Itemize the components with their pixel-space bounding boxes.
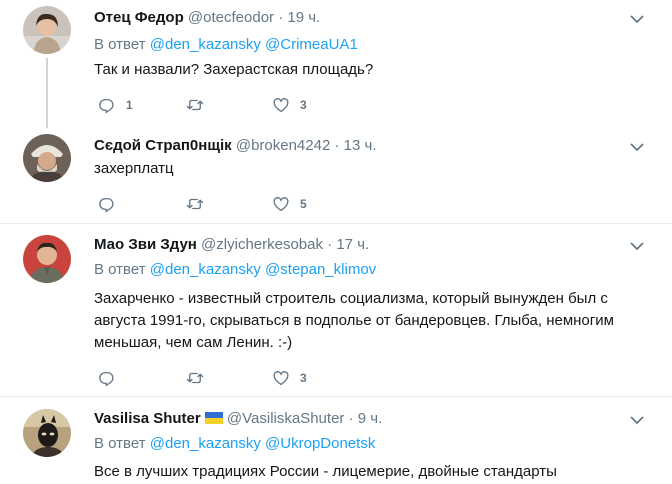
retweet-button[interactable]	[186, 194, 214, 214]
reply-count: 1	[126, 98, 133, 112]
chevron-down-icon[interactable]	[630, 14, 644, 24]
tweet-actions: 3	[94, 368, 394, 388]
author-handle[interactable]: @zlyicherkesobak	[201, 236, 323, 253]
like-icon	[273, 197, 289, 212]
reply-context: В ответ @den_kazansky @CrimeaUA1	[94, 35, 358, 55]
tweet-broken4242[interactable]: Сєдой Страп0нщік @broken4242 · 13 ч. зах…	[0, 128, 672, 222]
separator-dot: ·	[327, 236, 333, 253]
reply-icon	[99, 198, 114, 213]
mention-link[interactable]: @stepan_klimov	[265, 261, 376, 278]
retweet-icon	[186, 372, 204, 384]
like-count: 5	[300, 197, 307, 211]
retweet-icon	[186, 198, 204, 210]
like-button[interactable]: 5	[272, 194, 307, 214]
tweet-header: Vasilisa Shuter @VasiliskaShuter · 9 ч.	[94, 409, 382, 429]
author-handle[interactable]: @otecfeodor	[188, 9, 274, 26]
timestamp[interactable]: 13 ч.	[344, 137, 377, 154]
retweet-icon	[186, 99, 204, 111]
tweet-text: Так и назвали? Захерастская площадь?	[94, 61, 374, 78]
author-name[interactable]: Мао Зви Здун	[94, 236, 197, 253]
chevron-down-icon[interactable]	[630, 415, 644, 425]
mention-link[interactable]: @den_kazansky	[150, 435, 261, 452]
avatar[interactable]	[23, 134, 71, 182]
avatar-image	[23, 6, 71, 54]
reply-context: В ответ @den_kazansky @UkropDonetsk	[94, 434, 375, 454]
avatar-image	[23, 134, 71, 182]
tweet-zlyicherkesobak[interactable]: Мао Зви Здун @zlyicherkesobak · 17 ч. В …	[0, 224, 672, 395]
tweet-otecfeodor[interactable]: Отец Федор @otecfeodor · 19 ч. В ответ @…	[0, 0, 672, 137]
like-count: 3	[300, 98, 307, 112]
mention-link[interactable]: @CrimeaUA1	[265, 36, 358, 53]
author-name[interactable]: Vasilisa Shuter	[94, 410, 201, 427]
tweet-actions: 5	[94, 194, 394, 214]
mention-link[interactable]: @UkropDonetsk	[265, 435, 375, 452]
timestamp[interactable]: 9 ч.	[358, 410, 383, 427]
chevron-down-icon[interactable]	[630, 142, 644, 152]
thread-line	[46, 58, 48, 128]
author-name[interactable]: Отец Федор	[94, 9, 184, 26]
avatar[interactable]	[23, 409, 71, 457]
tweet-text: захерплатц	[94, 160, 174, 177]
separator-dot: ·	[334, 137, 340, 154]
tweet-header: Сєдой Страп0нщік @broken4242 · 13 ч.	[94, 136, 377, 156]
like-button[interactable]: 3	[272, 368, 307, 388]
mention-link[interactable]: @den_kazansky	[150, 36, 261, 53]
reply-icon	[99, 99, 114, 114]
timestamp[interactable]: 17 ч.	[336, 236, 369, 253]
tweet-header: Отец Федор @otecfeodor · 19 ч.	[94, 8, 320, 28]
avatar[interactable]	[23, 235, 71, 283]
reply-prefix: В ответ	[94, 36, 146, 53]
avatar[interactable]	[23, 6, 71, 54]
avatar-image	[23, 235, 71, 283]
like-icon	[273, 371, 289, 386]
tweet-vasiliskashuter[interactable]: Vasilisa Shuter @VasiliskaShuter · 9 ч. …	[0, 397, 672, 484]
separator-dot: ·	[348, 410, 354, 427]
tweet-text: Захарченко - известный строитель социали…	[94, 290, 614, 351]
ukraine-flag-icon	[204, 412, 223, 424]
reply-icon	[99, 372, 114, 387]
tweet-text: Все в лучших традициях России - лицемери…	[94, 463, 557, 480]
like-count: 3	[300, 371, 307, 385]
retweet-button[interactable]	[186, 368, 214, 388]
reply-button[interactable]	[98, 194, 126, 214]
like-icon	[273, 98, 289, 113]
reply-context: В ответ @den_kazansky @stepan_klimov	[94, 260, 376, 280]
tweet-actions: 1 3	[94, 95, 394, 115]
retweet-button[interactable]	[186, 95, 214, 115]
author-name[interactable]: Сєдой Страп0нщік	[94, 137, 232, 154]
reply-button[interactable]	[98, 368, 126, 388]
chevron-down-icon[interactable]	[630, 241, 644, 251]
avatar-image	[23, 409, 71, 457]
author-handle[interactable]: @VasiliskaShuter	[227, 410, 345, 427]
author-handle[interactable]: @broken4242	[236, 137, 330, 154]
separator-dot: ·	[278, 9, 284, 26]
mention-link[interactable]: @den_kazansky	[150, 261, 261, 278]
reply-prefix: В ответ	[94, 261, 146, 278]
reply-prefix: В ответ	[94, 435, 146, 452]
tweet-header: Мао Зви Здун @zlyicherkesobak · 17 ч.	[94, 235, 369, 255]
reply-button[interactable]: 1	[98, 95, 133, 115]
timestamp[interactable]: 19 ч.	[287, 9, 320, 26]
like-button[interactable]: 3	[272, 95, 307, 115]
